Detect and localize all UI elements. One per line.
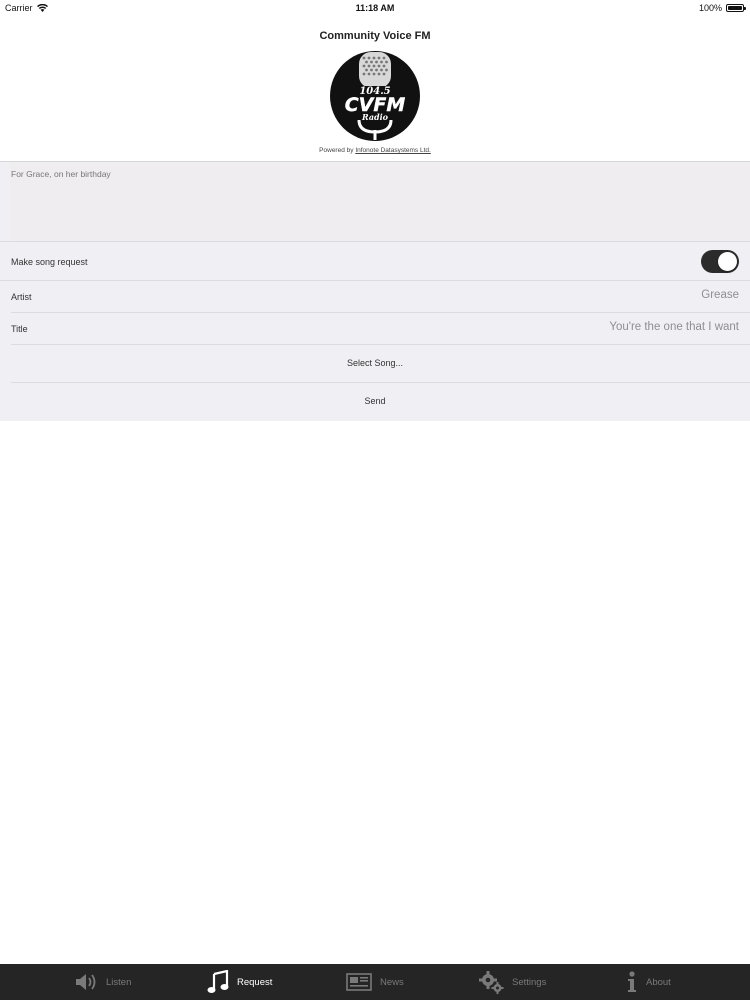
tab-request[interactable]: Request — [207, 964, 272, 1000]
battery-icon — [726, 4, 746, 12]
tab-about-label: About — [646, 976, 671, 988]
station-logo: 104.5 CVFM Radio — [330, 51, 420, 141]
toggle-knob — [718, 252, 737, 271]
tab-settings[interactable]: Settings — [478, 964, 546, 1000]
tab-bar: Listen Request News Settings About — [0, 964, 750, 1000]
make-request-label: Make song request — [11, 257, 88, 267]
select-song-row[interactable]: Select Song... — [0, 345, 750, 382]
page-title: Community Voice FM — [319, 30, 431, 42]
tab-request-label: Request — [237, 976, 273, 988]
artist-label: Artist — [11, 292, 32, 302]
title-field[interactable]: You're the one that I want — [609, 321, 739, 333]
send-row[interactable]: Send — [0, 383, 750, 421]
powered-by-note: Powered by Infonote Datasystems Ltd. — [0, 147, 750, 154]
tab-about[interactable]: About — [626, 964, 671, 1000]
select-song-button[interactable]: Select Song... — [0, 358, 750, 368]
tab-settings-label: Settings — [512, 976, 547, 988]
status-time: 11:18 AM — [355, 3, 395, 13]
tab-news[interactable]: News — [346, 964, 404, 1000]
make-request-row: Make song request — [0, 242, 750, 280]
message-textarea[interactable]: For Grace, on her birthday — [10, 162, 750, 241]
newspaper-icon — [346, 973, 372, 991]
tab-listen-label: Listen — [106, 976, 132, 988]
info-icon — [628, 971, 636, 992]
make-request-toggle[interactable] — [701, 250, 739, 273]
message-text: For Grace, on her birthday — [11, 169, 111, 179]
svg-text:Radio: Radio — [361, 112, 389, 122]
battery-indicator: 100% — [698, 3, 746, 13]
powered-by-prefix: Powered by — [319, 147, 354, 154]
app-header: Community Voice FM 104.5 CVFM Radio Powe… — [0, 16, 750, 161]
tab-news-label: News — [380, 976, 404, 988]
request-form: For Grace, on her birthday Make song req… — [0, 161, 750, 421]
gears-icon — [479, 971, 504, 994]
artist-row[interactable]: Artist Grease — [0, 281, 750, 312]
music-note-icon — [207, 970, 229, 993]
speaker-icon — [76, 974, 96, 990]
artist-field[interactable]: Grease — [701, 289, 739, 301]
status-bar: Carrier 11:18 AM 100% — [0, 0, 750, 16]
title-row[interactable]: Title You're the one that I want — [0, 313, 750, 344]
send-button[interactable]: Send — [0, 396, 750, 406]
powered-by-link[interactable]: Infonote Datasystems Ltd. — [355, 147, 431, 154]
title-label: Title — [11, 324, 28, 334]
battery-percent: 100% — [698, 3, 722, 13]
tab-listen[interactable]: Listen — [74, 964, 131, 1000]
